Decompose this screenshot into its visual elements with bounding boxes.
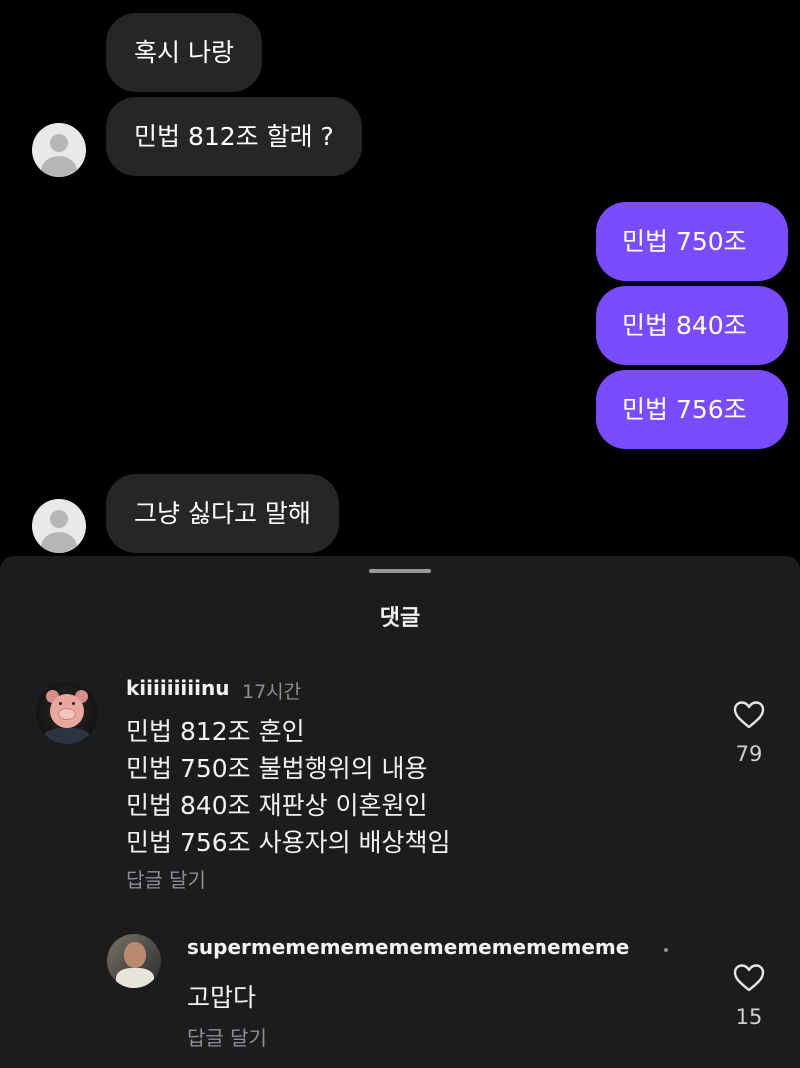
pig-eye-shape bbox=[59, 702, 62, 705]
default-avatar-icon[interactable] bbox=[32, 499, 86, 553]
avatar-body-shape bbox=[44, 728, 90, 744]
comment-text-line: 민법 756조 사용자의 배상책임 bbox=[126, 828, 451, 857]
comment-text-line: 민법 812조 혼인 bbox=[126, 717, 305, 746]
pig-eye-shape bbox=[72, 702, 75, 705]
message-text: 민법 840조 bbox=[622, 311, 747, 340]
avatar-body-shape bbox=[41, 532, 77, 553]
message-text: 민법 812조 할래 ? bbox=[134, 122, 334, 151]
outgoing-message-bubble[interactable]: 민법 750조 bbox=[596, 202, 788, 281]
profile-photo-avatar[interactable] bbox=[107, 934, 161, 988]
comment-time: 17시간 bbox=[242, 681, 302, 703]
message-text: 민법 750조 bbox=[622, 227, 747, 256]
chat-thread: 혹시 나랑 민법 812조 할래 ? 민법 750조 민법 840조 민법 75… bbox=[0, 0, 800, 560]
avatar-head-shape bbox=[50, 510, 68, 528]
comment-text-line: 민법 840조 재판상 이혼원인 bbox=[126, 791, 428, 820]
avatar-body-shape bbox=[116, 968, 154, 988]
heart-outline-icon[interactable] bbox=[733, 963, 765, 993]
message-text: 민법 756조 bbox=[622, 395, 747, 424]
separator-dot bbox=[664, 948, 668, 952]
incoming-message-bubble[interactable]: 민법 812조 할래 ? bbox=[106, 97, 362, 176]
incoming-message-bubble[interactable]: 혹시 나랑 bbox=[106, 13, 262, 92]
reply-button[interactable]: 답글 달기 bbox=[187, 1022, 267, 1051]
comment-text-line: 고맙다 bbox=[187, 983, 257, 1012]
outgoing-message-bubble[interactable]: 민법 840조 bbox=[596, 286, 788, 365]
comments-sheet: 댓글 kiiiiiiiiinu 17시간 민법 812조 혼인 민법 750조 … bbox=[0, 556, 800, 1068]
avatar-body-shape bbox=[41, 156, 77, 177]
comment-username[interactable]: kiiiiiiiiinu bbox=[126, 676, 229, 700]
outgoing-message-bubble[interactable]: 민법 756조 bbox=[596, 370, 788, 449]
like-count: 15 bbox=[735, 1005, 763, 1029]
sheet-title: 댓글 bbox=[379, 606, 421, 631]
avatar-head-shape bbox=[124, 942, 146, 968]
reply-button[interactable]: 답글 달기 bbox=[126, 864, 206, 893]
pig-snout-shape bbox=[58, 708, 76, 720]
like-count: 79 bbox=[735, 742, 763, 766]
pig-avatar[interactable] bbox=[36, 682, 98, 744]
avatar-head-shape bbox=[50, 134, 68, 152]
default-avatar-icon[interactable] bbox=[32, 123, 86, 177]
heart-outline-icon[interactable] bbox=[733, 700, 765, 730]
message-text: 그냥 싫다고 말해 bbox=[134, 499, 311, 528]
drag-handle[interactable] bbox=[369, 569, 431, 573]
comment-username[interactable]: supermememememememememememe bbox=[187, 935, 629, 959]
message-text: 혹시 나랑 bbox=[134, 38, 234, 67]
incoming-message-bubble[interactable]: 그냥 싫다고 말해 bbox=[106, 474, 339, 553]
comment-text-line: 민법 750조 불법행위의 내용 bbox=[126, 754, 428, 783]
